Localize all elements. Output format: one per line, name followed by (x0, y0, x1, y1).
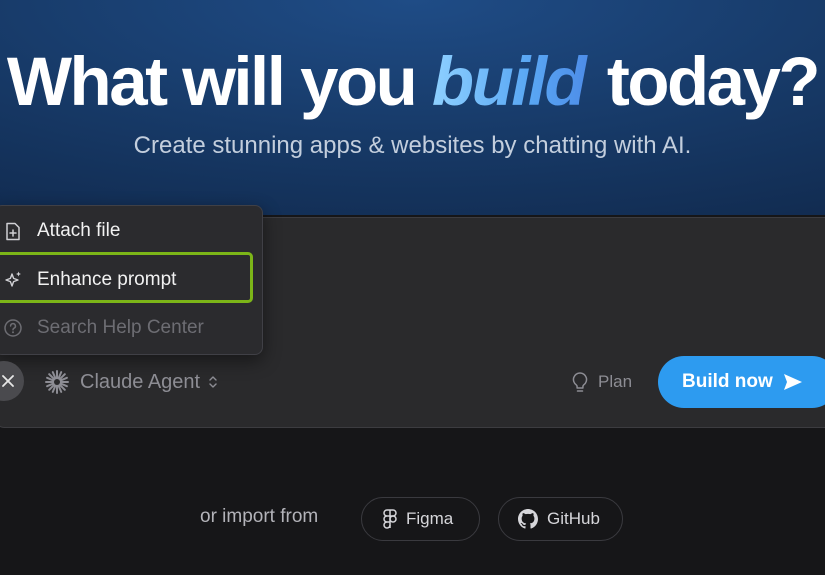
github-icon (518, 509, 538, 529)
headline-accent: build (432, 43, 590, 120)
figma-label: Figma (406, 509, 454, 528)
import-github-button[interactable]: GitHub (498, 497, 623, 541)
send-arrow-icon (783, 373, 803, 391)
close-icon (2, 370, 14, 393)
claude-burst-icon (44, 369, 70, 395)
sparkle-icon (3, 270, 23, 290)
build-now-label: Build now (682, 371, 773, 392)
hero-section: What will you build today? Create stunni… (0, 0, 825, 215)
attach-file-icon (3, 221, 23, 241)
model-label: Claude Agent (80, 370, 201, 393)
help-circle-icon (3, 318, 23, 338)
chevron-up-down-icon (209, 375, 217, 389)
import-label: or import from (200, 506, 319, 527)
figma-icon (383, 509, 397, 529)
menu-item-attach-file[interactable]: Attach file (0, 212, 262, 250)
menu-item-search-help[interactable]: Search Help Center (0, 309, 262, 347)
menu-item-label: Enhance prompt (37, 269, 177, 290)
attach-menu: Attach file Enhance prompt Search Help C… (0, 205, 263, 355)
menu-item-enhance-prompt[interactable]: Enhance prompt (0, 261, 262, 299)
lightbulb-icon (570, 371, 590, 393)
github-label: GitHub (547, 509, 600, 528)
menu-item-label: Search Help Center (37, 317, 204, 338)
plan-label: Plan (598, 372, 633, 391)
headline-start: What will you (6, 43, 432, 120)
build-now-button[interactable]: Build now (658, 356, 825, 408)
headline-end: today? (590, 43, 821, 120)
page-headline: What will you build today? (0, 40, 825, 124)
model-selector[interactable]: Claude Agent (44, 368, 217, 396)
import-figma-button[interactable]: Figma (361, 497, 480, 541)
menu-item-label: Attach file (37, 220, 121, 241)
plan-button[interactable]: Plan (570, 368, 632, 396)
page-subtitle: Create stunning apps & websites by chatt… (133, 132, 692, 159)
